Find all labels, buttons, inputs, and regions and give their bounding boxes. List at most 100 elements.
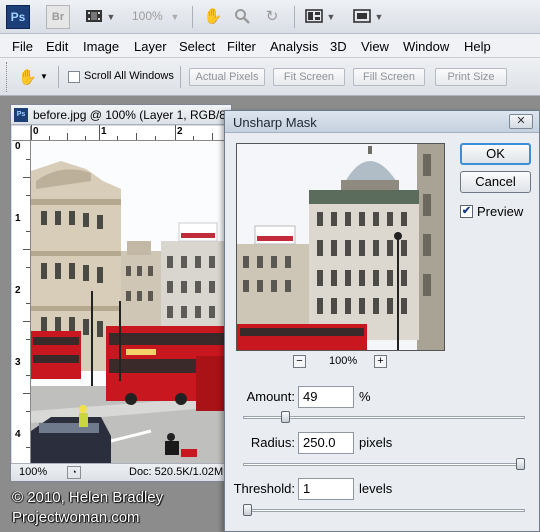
ruler-tick [26, 231, 30, 232]
ruler-origin[interactable] [12, 126, 31, 141]
separator [180, 66, 181, 88]
menu-3d[interactable]: 3D [330, 39, 347, 54]
document-size: Doc: 520.5K/1.02M [129, 466, 224, 478]
menu-view[interactable]: View [361, 39, 389, 54]
radius-slider-thumb[interactable] [516, 458, 525, 470]
preview-image [237, 144, 444, 350]
zoom-out-button[interactable]: − [293, 355, 306, 368]
separator [58, 66, 59, 88]
ruler-tick [23, 321, 30, 322]
actual-pixels-button[interactable]: Actual Pixels [189, 68, 265, 86]
photoshop-logo: Ps [6, 5, 30, 29]
options-bar: ✋ ▼ Scroll All Windows Actual Pixels Fit… [0, 58, 540, 96]
arrange-documents-icon[interactable] [304, 8, 324, 26]
ruler-tick [26, 159, 30, 160]
street-photo [31, 141, 231, 463]
ruler-tick [26, 411, 30, 412]
menu-help[interactable]: Help [464, 39, 491, 54]
preview-zoom-level: 100% [329, 355, 358, 367]
document-tab[interactable]: Ps before.jpg @ 100% (Layer 1, RGB/8) [11, 105, 231, 125]
ruler-tick [99, 125, 100, 140]
filter-preview[interactable] [236, 143, 445, 351]
zoom-in-button[interactable]: + [374, 355, 387, 368]
cancel-button[interactable]: Cancel [460, 171, 531, 193]
hand-tool-icon[interactable]: ✋ [18, 68, 37, 86]
menu-window[interactable]: Window [403, 39, 449, 54]
ruler-tick [49, 136, 50, 140]
document-status-bar: 100% ◔ Doc: 520.5K/1.02M [11, 463, 231, 481]
chevron-down-icon[interactable]: ▼ [326, 8, 336, 26]
website-watermark: Projectwoman.com [12, 509, 140, 526]
close-icon: ✕ [516, 115, 526, 127]
scroll-all-windows-checkbox[interactable] [68, 71, 80, 83]
fit-screen-button[interactable]: Fit Screen [273, 68, 345, 86]
launch-bridge-button[interactable]: Br [46, 5, 70, 29]
ruler-label: 2 [15, 285, 21, 296]
ruler-label: 1 [101, 126, 107, 137]
horizontal-ruler[interactable]: 0 1 2 [31, 125, 231, 141]
amount-input[interactable]: 49 [298, 386, 354, 408]
ruler-tick [26, 303, 30, 304]
film-icon[interactable] [84, 8, 104, 26]
amount-value: 49 [303, 389, 318, 404]
chevron-down-icon[interactable]: ▼ [374, 8, 384, 26]
threshold-slider-thumb[interactable] [243, 504, 252, 516]
ruler-tick [26, 375, 30, 376]
ruler-tick [175, 125, 176, 140]
threshold-slider[interactable] [243, 509, 525, 512]
hand-icon[interactable]: ✋ [202, 8, 224, 26]
radius-slider[interactable] [243, 463, 525, 466]
chevron-down-icon[interactable]: ▼ [170, 8, 180, 26]
menu-analysis[interactable]: Analysis [270, 39, 318, 54]
document-window: Ps before.jpg @ 100% (Layer 1, RGB/8) 0 … [10, 104, 232, 482]
document-canvas[interactable] [31, 141, 231, 463]
ruler-tick [26, 267, 30, 268]
fill-screen-button[interactable]: Fill Screen [353, 68, 425, 86]
menu-bar: File Edit Image Layer Select Filter Anal… [0, 34, 540, 58]
threshold-label: Threshold: [233, 481, 295, 496]
options-bar-grip[interactable] [6, 62, 8, 92]
ruler-label: 1 [15, 213, 21, 224]
zoom-icon[interactable] [232, 8, 252, 26]
separator [294, 6, 295, 28]
chevron-down-icon[interactable]: ▼ [40, 72, 48, 81]
menu-layer[interactable]: Layer [134, 39, 167, 54]
radius-unit: pixels [359, 435, 393, 450]
menu-file[interactable]: File [12, 39, 33, 54]
ruler-tick [23, 249, 30, 250]
preview-checkbox[interactable]: ✔ [460, 205, 473, 218]
status-menu-icon[interactable]: ◔ [67, 466, 81, 479]
threshold-input[interactable]: 1 [298, 478, 354, 500]
vertical-ruler[interactable]: 0 1 2 3 4 [12, 141, 31, 463]
preview-label: Preview [477, 204, 524, 219]
ruler-label: 4 [15, 429, 21, 440]
dialog-title: Unsharp Mask [233, 115, 317, 130]
close-button[interactable]: ✕ [509, 114, 533, 129]
amount-slider-thumb[interactable] [281, 411, 291, 423]
unsharp-mask-dialog: Unsharp Mask ✕ − 100% + OK Cancel ✔ Prev… [224, 110, 540, 532]
dialog-title-bar[interactable]: Unsharp Mask ✕ [225, 111, 539, 133]
ruler-tick [26, 195, 30, 196]
menu-select[interactable]: Select [179, 39, 215, 54]
zoom-level-dropdown[interactable]: 100% [132, 9, 163, 23]
ruler-label: 0 [15, 141, 21, 152]
menu-edit[interactable]: Edit [46, 39, 68, 54]
rotate-icon[interactable]: ↻ [262, 8, 282, 26]
screen-mode-icon[interactable] [352, 8, 372, 26]
check-icon: ✔ [461, 205, 472, 217]
menu-image[interactable]: Image [83, 39, 119, 54]
document-zoom-field[interactable]: 100% [19, 466, 47, 478]
ruler-tick [26, 339, 30, 340]
chevron-down-icon[interactable]: ▼ [106, 8, 116, 26]
print-size-button[interactable]: Print Size [435, 68, 507, 86]
ruler-tick [193, 136, 194, 140]
ruler-tick [136, 133, 137, 140]
amount-unit: % [359, 389, 371, 404]
ok-button[interactable]: OK [460, 143, 531, 165]
menu-filter[interactable]: Filter [227, 39, 256, 54]
document-ps-icon: Ps [14, 108, 28, 122]
radius-input[interactable]: 250.0 [298, 432, 354, 454]
copyright-watermark: © 2010, Helen Bradley [12, 489, 164, 506]
radius-value: 250.0 [303, 435, 336, 450]
ruler-label: 2 [177, 126, 183, 137]
